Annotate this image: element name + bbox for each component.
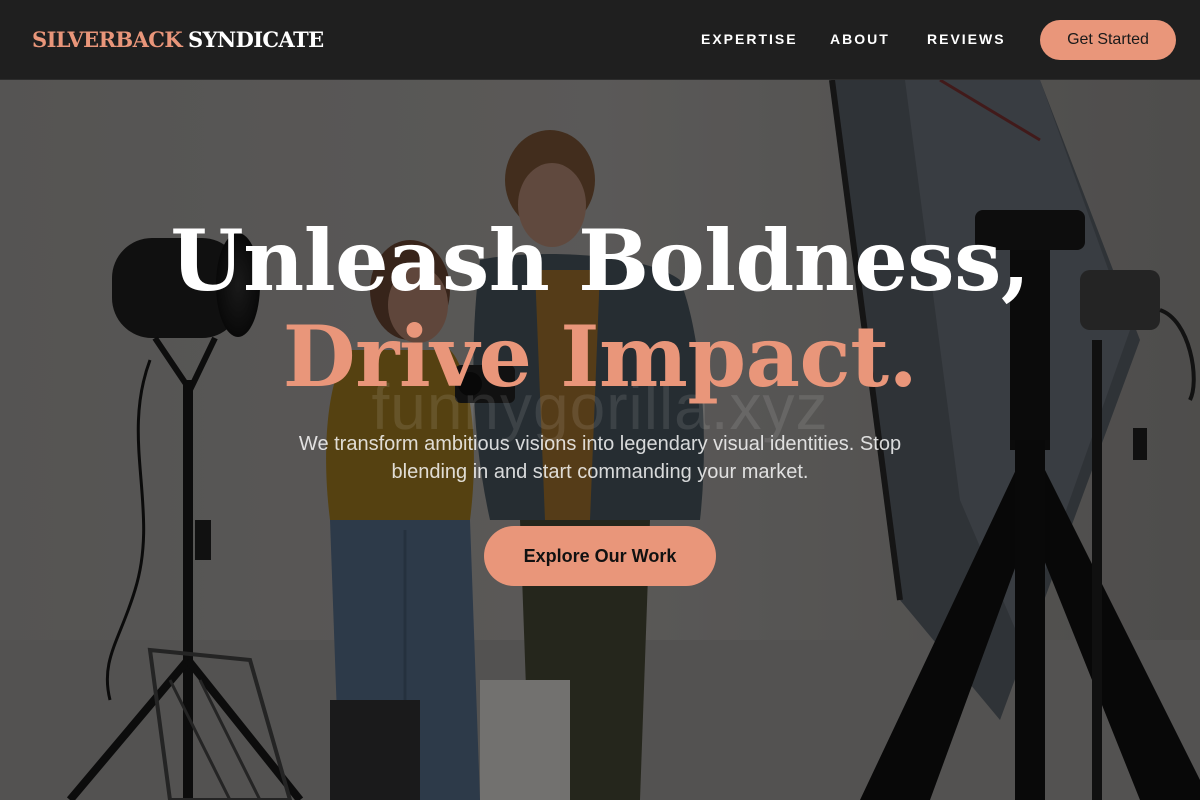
explore-work-button[interactable]: Explore Our Work bbox=[484, 526, 716, 586]
hero-headline-accent: Drive Impact. bbox=[282, 307, 918, 406]
nav-link-expertise[interactable]: EXPERTISE bbox=[701, 31, 798, 47]
brand-name-accent: SILVERBACK bbox=[32, 27, 183, 52]
nav-link-reviews[interactable]: REVIEWS bbox=[927, 31, 1006, 47]
hero-section: funnygorilla.xyz Unleash Boldness, Drive… bbox=[0, 80, 1200, 800]
get-started-button[interactable]: Get Started bbox=[1040, 20, 1176, 60]
hero-subtext: We transform ambitious visions into lege… bbox=[298, 433, 902, 483]
brand-logo[interactable]: SILVERBACK SYNDICATE bbox=[32, 27, 324, 52]
nav-link-about[interactable]: ABOUT bbox=[830, 31, 890, 47]
hero-headline: Unleash Boldness, bbox=[170, 211, 1030, 310]
brand-name-main: SYNDICATE bbox=[188, 27, 324, 52]
navbar: SILVERBACK SYNDICATE EXPERTISE ABOUT REVI… bbox=[0, 0, 1200, 80]
